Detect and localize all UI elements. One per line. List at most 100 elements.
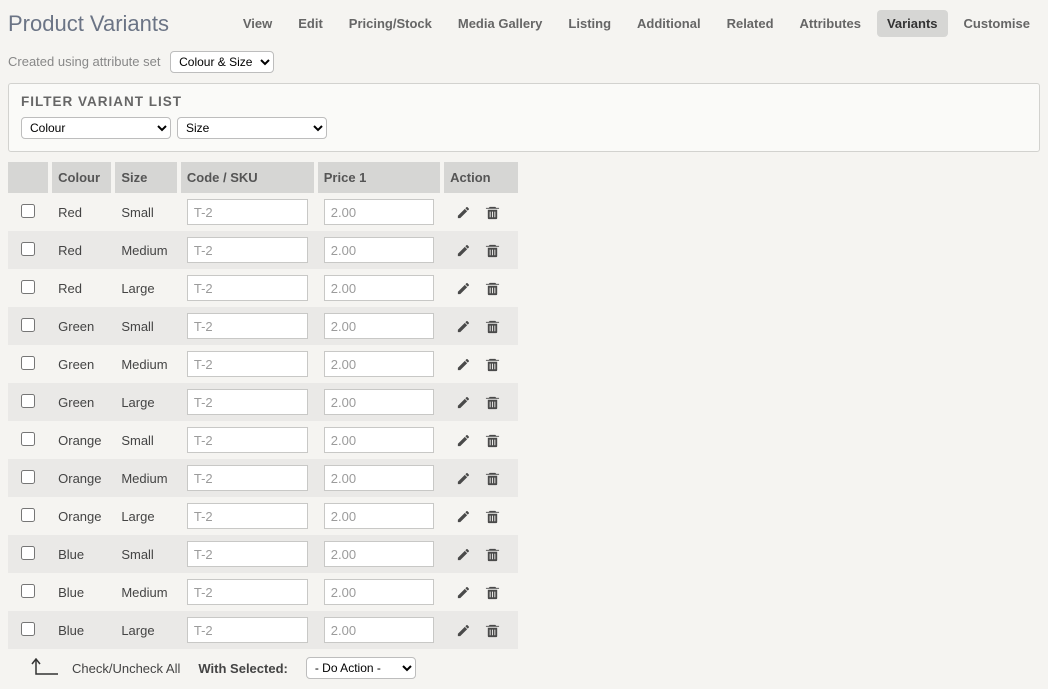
delete-icon[interactable] xyxy=(485,585,500,600)
row-checkbox[interactable] xyxy=(21,546,35,560)
price-input[interactable] xyxy=(324,275,434,301)
cell-colour: Red xyxy=(50,269,113,307)
price-input[interactable] xyxy=(324,617,434,643)
table-row: RedLarge xyxy=(8,269,518,307)
delete-icon[interactable] xyxy=(485,319,500,334)
filter-title: FILTER VARIANT LIST xyxy=(21,94,1027,109)
cell-colour: Blue xyxy=(50,573,113,611)
delete-icon[interactable] xyxy=(485,623,500,638)
row-checkbox[interactable] xyxy=(21,318,35,332)
table-row: BlueSmall xyxy=(8,535,518,573)
row-checkbox[interactable] xyxy=(21,280,35,294)
cell-colour: Orange xyxy=(50,497,113,535)
delete-icon[interactable] xyxy=(485,357,500,372)
sku-input[interactable] xyxy=(187,351,308,377)
edit-icon[interactable] xyxy=(456,471,471,486)
sku-input[interactable] xyxy=(187,427,308,453)
edit-icon[interactable] xyxy=(456,585,471,600)
row-checkbox[interactable] xyxy=(21,242,35,256)
cell-colour: Orange xyxy=(50,459,113,497)
sku-input[interactable] xyxy=(187,617,308,643)
sku-input[interactable] xyxy=(187,199,308,225)
sku-input[interactable] xyxy=(187,313,308,339)
edit-icon[interactable] xyxy=(456,243,471,258)
tab-customise[interactable]: Customise xyxy=(954,10,1040,37)
sku-input[interactable] xyxy=(187,465,308,491)
th-sku: Code / SKU xyxy=(179,162,316,193)
bulk-action-select[interactable]: - Do Action - xyxy=(306,657,416,679)
tab-attributes[interactable]: Attributes xyxy=(790,10,871,37)
price-input[interactable] xyxy=(324,427,434,453)
tab-pricing-stock[interactable]: Pricing/Stock xyxy=(339,10,442,37)
edit-icon[interactable] xyxy=(456,357,471,372)
page-title: Product Variants xyxy=(8,11,169,37)
price-input[interactable] xyxy=(324,579,434,605)
table-row: OrangeMedium xyxy=(8,459,518,497)
price-input[interactable] xyxy=(324,541,434,567)
edit-icon[interactable] xyxy=(456,623,471,638)
table-row: GreenLarge xyxy=(8,383,518,421)
delete-icon[interactable] xyxy=(485,547,500,562)
cell-colour: Orange xyxy=(50,421,113,459)
tab-media-gallery[interactable]: Media Gallery xyxy=(448,10,553,37)
sku-input[interactable] xyxy=(187,389,308,415)
sku-input[interactable] xyxy=(187,275,308,301)
sku-input[interactable] xyxy=(187,237,308,263)
row-checkbox[interactable] xyxy=(21,508,35,522)
cell-size: Medium xyxy=(113,573,179,611)
edit-icon[interactable] xyxy=(456,319,471,334)
sku-input[interactable] xyxy=(187,541,308,567)
cell-size: Large xyxy=(113,383,179,421)
delete-icon[interactable] xyxy=(485,243,500,258)
table-row: GreenMedium xyxy=(8,345,518,383)
price-input[interactable] xyxy=(324,389,434,415)
sku-input[interactable] xyxy=(187,503,308,529)
price-input[interactable] xyxy=(324,199,434,225)
price-input[interactable] xyxy=(324,351,434,377)
attribute-set-select[interactable]: Colour & Size xyxy=(170,51,274,73)
price-input[interactable] xyxy=(324,237,434,263)
row-checkbox[interactable] xyxy=(21,470,35,484)
price-input[interactable] xyxy=(324,465,434,491)
price-input[interactable] xyxy=(324,503,434,529)
edit-icon[interactable] xyxy=(456,509,471,524)
edit-icon[interactable] xyxy=(456,547,471,562)
edit-icon[interactable] xyxy=(456,395,471,410)
tab-variants[interactable]: Variants xyxy=(877,10,948,37)
variants-table: Colour Size Code / SKU Price 1 Action Re… xyxy=(8,162,518,649)
delete-icon[interactable] xyxy=(485,205,500,220)
row-checkbox[interactable] xyxy=(21,622,35,636)
table-row: RedSmall xyxy=(8,193,518,231)
tab-listing[interactable]: Listing xyxy=(558,10,621,37)
tab-additional[interactable]: Additional xyxy=(627,10,711,37)
delete-icon[interactable] xyxy=(485,471,500,486)
row-checkbox[interactable] xyxy=(21,356,35,370)
filter-size-select[interactable]: Size xyxy=(177,117,327,139)
price-input[interactable] xyxy=(324,313,434,339)
filter-colour-select[interactable]: Colour xyxy=(21,117,171,139)
cell-colour: Blue xyxy=(50,611,113,649)
sku-input[interactable] xyxy=(187,579,308,605)
row-checkbox[interactable] xyxy=(21,394,35,408)
delete-icon[interactable] xyxy=(485,395,500,410)
edit-icon[interactable] xyxy=(456,205,471,220)
cell-size: Large xyxy=(113,611,179,649)
attribute-set-row: Created using attribute set Colour & Siz… xyxy=(8,51,1040,73)
tab-edit[interactable]: Edit xyxy=(288,10,333,37)
cell-size: Medium xyxy=(113,345,179,383)
delete-icon[interactable] xyxy=(485,509,500,524)
edit-icon[interactable] xyxy=(456,433,471,448)
tab-view[interactable]: View xyxy=(233,10,282,37)
cell-colour: Red xyxy=(50,193,113,231)
cell-size: Large xyxy=(113,497,179,535)
edit-icon[interactable] xyxy=(456,281,471,296)
row-checkbox[interactable] xyxy=(21,432,35,446)
check-uncheck-all[interactable]: Check/Uncheck All xyxy=(72,661,180,676)
row-checkbox[interactable] xyxy=(21,204,35,218)
cell-size: Small xyxy=(113,307,179,345)
table-row: BlueLarge xyxy=(8,611,518,649)
row-checkbox[interactable] xyxy=(21,584,35,598)
delete-icon[interactable] xyxy=(485,281,500,296)
delete-icon[interactable] xyxy=(485,433,500,448)
tab-related[interactable]: Related xyxy=(717,10,784,37)
